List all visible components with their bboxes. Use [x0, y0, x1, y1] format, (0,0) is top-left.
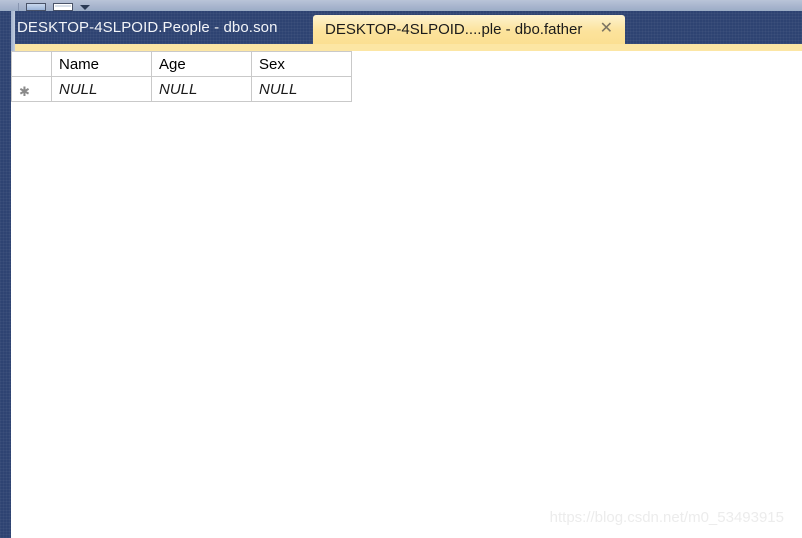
- panel-icon[interactable]: [26, 3, 46, 11]
- close-icon[interactable]: ✕: [592, 20, 615, 39]
- column-header-sex[interactable]: Sex: [251, 51, 352, 77]
- tab-dbo-father-label: DESKTOP-4SLPOID....ple - dbo.father: [325, 21, 583, 38]
- left-rail-highlight: [11, 11, 15, 51]
- tab-dbo-son-label: DESKTOP-4SLPOID.People - dbo.son: [17, 19, 278, 36]
- toolbar-separator: [18, 3, 19, 11]
- data-grid[interactable]: Name Age Sex ✱ NULL NULL NULL: [11, 51, 352, 102]
- tab-dbo-father[interactable]: DESKTOP-4SLPOID....ple - dbo.father ✕: [313, 15, 625, 44]
- grid-header-row: Name Age Sex: [11, 51, 352, 77]
- column-header-age[interactable]: Age: [151, 51, 252, 77]
- left-rail: [0, 11, 11, 538]
- cell-name[interactable]: NULL: [51, 76, 152, 102]
- row-header-corner[interactable]: [11, 51, 52, 77]
- table-row[interactable]: ✱ NULL NULL NULL: [11, 76, 352, 102]
- active-tab-underline: [0, 44, 802, 51]
- toolbar: [0, 0, 802, 11]
- watermark: https://blog.csdn.net/m0_53493915: [549, 509, 784, 526]
- new-row-asterisk-icon: ✱: [19, 83, 30, 99]
- row-marker-cell[interactable]: ✱: [11, 76, 52, 102]
- chevron-down-icon[interactable]: [80, 5, 90, 10]
- column-header-name[interactable]: Name: [51, 51, 152, 77]
- tab-dbo-son[interactable]: DESKTOP-4SLPOID.People - dbo.son: [17, 11, 278, 44]
- window-icon[interactable]: [53, 3, 73, 11]
- cell-age[interactable]: NULL: [151, 76, 252, 102]
- cell-sex[interactable]: NULL: [251, 76, 352, 102]
